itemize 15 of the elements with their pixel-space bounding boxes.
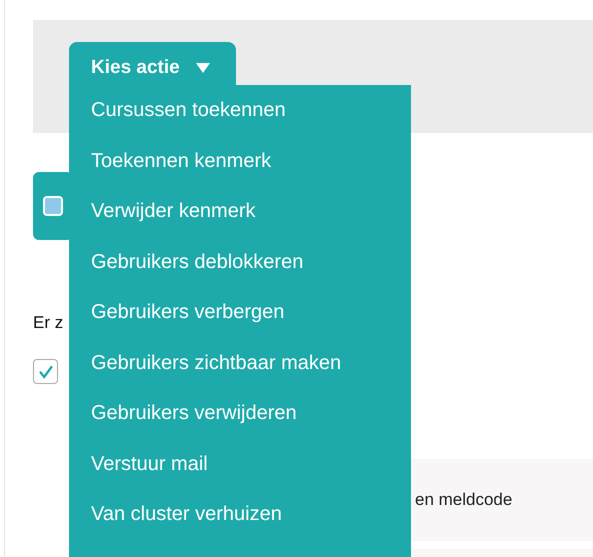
menu-item[interactable]: Verstuur mail xyxy=(69,438,216,489)
menu-item[interactable]: Van cluster verhuizen xyxy=(69,489,290,540)
caret-icon xyxy=(196,62,210,72)
menu-item[interactable]: Gebruikers deblokkeren xyxy=(69,236,312,287)
menu-item[interactable]: Cursussen toekennen xyxy=(69,85,294,136)
menu-item[interactable]: Gebruikers verwijderen xyxy=(69,388,305,438)
notice-text: Er z xyxy=(33,312,64,334)
action-dropdown-button[interactable]: Kies actie xyxy=(69,42,236,85)
select-all-checkbox[interactable] xyxy=(43,196,63,216)
menu-item[interactable]: Verwijder kenmerk xyxy=(69,186,264,236)
panel-text: en meldcode xyxy=(415,490,512,510)
row-checkbox[interactable] xyxy=(33,359,58,384)
menu-item[interactable]: Gebruikers verbergen xyxy=(69,287,292,338)
menu-item[interactable]: Gebruikers zichtbaar maken xyxy=(69,338,350,388)
menu-item[interactable]: Toekennen kenmerk xyxy=(69,136,280,186)
